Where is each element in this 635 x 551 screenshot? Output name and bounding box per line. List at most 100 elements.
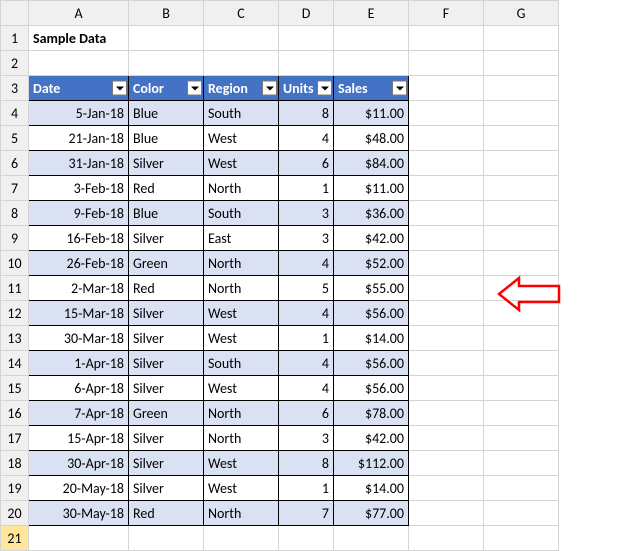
cell-region[interactable]: South: [204, 101, 279, 126]
table-header-sales[interactable]: Sales: [334, 76, 409, 101]
cell-units[interactable]: 1: [279, 326, 334, 351]
row-header-2[interactable]: 2: [1, 51, 29, 76]
cell-units[interactable]: 4: [279, 301, 334, 326]
cell-date[interactable]: 16-Feb-18: [29, 226, 129, 251]
cell[interactable]: [484, 326, 559, 351]
cell[interactable]: [484, 476, 559, 501]
row-header-14[interactable]: 14: [1, 351, 29, 376]
cell-units[interactable]: 7: [279, 501, 334, 526]
row-header-7[interactable]: 7: [1, 176, 29, 201]
cell[interactable]: [279, 526, 334, 551]
row-header-5[interactable]: 5: [1, 126, 29, 151]
cell[interactable]: [484, 176, 559, 201]
col-header-B[interactable]: B: [129, 1, 204, 26]
cell[interactable]: [409, 451, 484, 476]
cell-date[interactable]: 15-Apr-18: [29, 426, 129, 451]
col-header-C[interactable]: C: [204, 1, 279, 26]
cell-units[interactable]: 6: [279, 151, 334, 176]
filter-dropdown-icon[interactable]: [317, 81, 332, 96]
cell[interactable]: [484, 76, 559, 101]
cell-date[interactable]: 26-Feb-18: [29, 251, 129, 276]
cell-region[interactable]: West: [204, 301, 279, 326]
cell-region[interactable]: North: [204, 251, 279, 276]
title-cell[interactable]: Sample Data: [29, 26, 129, 51]
cell-sales[interactable]: $112.00: [334, 451, 409, 476]
cell-color[interactable]: Silver: [129, 326, 204, 351]
cell-color[interactable]: Silver: [129, 476, 204, 501]
cell[interactable]: [484, 301, 559, 326]
cell[interactable]: [484, 401, 559, 426]
cell[interactable]: [334, 51, 409, 76]
cell-sales[interactable]: $11.00: [334, 101, 409, 126]
row-header-20[interactable]: 20: [1, 501, 29, 526]
filter-dropdown-icon[interactable]: [392, 81, 407, 96]
cell-units[interactable]: 6: [279, 401, 334, 426]
col-header-E[interactable]: E: [334, 1, 409, 26]
cell-units[interactable]: 3: [279, 426, 334, 451]
cell[interactable]: [409, 251, 484, 276]
cell-date[interactable]: 9-Feb-18: [29, 201, 129, 226]
cell-color[interactable]: Silver: [129, 426, 204, 451]
cell-date[interactable]: 30-Apr-18: [29, 451, 129, 476]
cell[interactable]: [409, 176, 484, 201]
cell[interactable]: [484, 26, 559, 51]
cell-date[interactable]: 30-May-18: [29, 501, 129, 526]
row-header-17[interactable]: 17: [1, 426, 29, 451]
cell-color[interactable]: Red: [129, 501, 204, 526]
row-header-9[interactable]: 9: [1, 226, 29, 251]
cell[interactable]: [484, 101, 559, 126]
cell[interactable]: [29, 526, 129, 551]
cell-region[interactable]: South: [204, 351, 279, 376]
cell[interactable]: [129, 26, 204, 51]
cell-sales[interactable]: $14.00: [334, 326, 409, 351]
cell-color[interactable]: Silver: [129, 226, 204, 251]
cell-date[interactable]: 21-Jan-18: [29, 126, 129, 151]
cell[interactable]: [204, 26, 279, 51]
cell-sales[interactable]: $77.00: [334, 501, 409, 526]
cell-region[interactable]: South: [204, 201, 279, 226]
cell[interactable]: [409, 526, 484, 551]
cell-date[interactable]: 2-Mar-18: [29, 276, 129, 301]
cell[interactable]: [409, 401, 484, 426]
cell-sales[interactable]: $36.00: [334, 201, 409, 226]
cell[interactable]: [279, 51, 334, 76]
cell-color[interactable]: Blue: [129, 201, 204, 226]
cell-sales[interactable]: $42.00: [334, 226, 409, 251]
cell-units[interactable]: 4: [279, 376, 334, 401]
cell-color[interactable]: Silver: [129, 351, 204, 376]
cell-sales[interactable]: $78.00: [334, 401, 409, 426]
cell-date[interactable]: 7-Apr-18: [29, 401, 129, 426]
cell-date[interactable]: 6-Apr-18: [29, 376, 129, 401]
cell[interactable]: [484, 501, 559, 526]
cell-region[interactable]: West: [204, 151, 279, 176]
cell[interactable]: [129, 51, 204, 76]
cell[interactable]: [279, 26, 334, 51]
row-header-8[interactable]: 8: [1, 201, 29, 226]
cell-date[interactable]: 30-Mar-18: [29, 326, 129, 351]
cell[interactable]: [409, 501, 484, 526]
cell-date[interactable]: 20-May-18: [29, 476, 129, 501]
cell-sales[interactable]: $56.00: [334, 376, 409, 401]
cell-units[interactable]: 3: [279, 226, 334, 251]
cell[interactable]: [409, 51, 484, 76]
cell[interactable]: [409, 326, 484, 351]
row-header-3[interactable]: 3: [1, 76, 29, 101]
cell[interactable]: [129, 526, 204, 551]
filter-dropdown-icon[interactable]: [262, 81, 277, 96]
cell[interactable]: [204, 51, 279, 76]
col-header-G[interactable]: G: [484, 1, 559, 26]
cell-region[interactable]: North: [204, 276, 279, 301]
col-header-A[interactable]: A: [29, 1, 129, 26]
row-header-12[interactable]: 12: [1, 301, 29, 326]
row-header-6[interactable]: 6: [1, 151, 29, 176]
cell[interactable]: [484, 201, 559, 226]
cell-region[interactable]: North: [204, 401, 279, 426]
cell-sales[interactable]: $56.00: [334, 351, 409, 376]
cell-region[interactable]: North: [204, 426, 279, 451]
cell-sales[interactable]: $52.00: [334, 251, 409, 276]
cell-date[interactable]: 1-Apr-18: [29, 351, 129, 376]
col-header-D[interactable]: D: [279, 1, 334, 26]
cell[interactable]: [484, 351, 559, 376]
row-header-15[interactable]: 15: [1, 376, 29, 401]
cell-date[interactable]: 3-Feb-18: [29, 176, 129, 201]
